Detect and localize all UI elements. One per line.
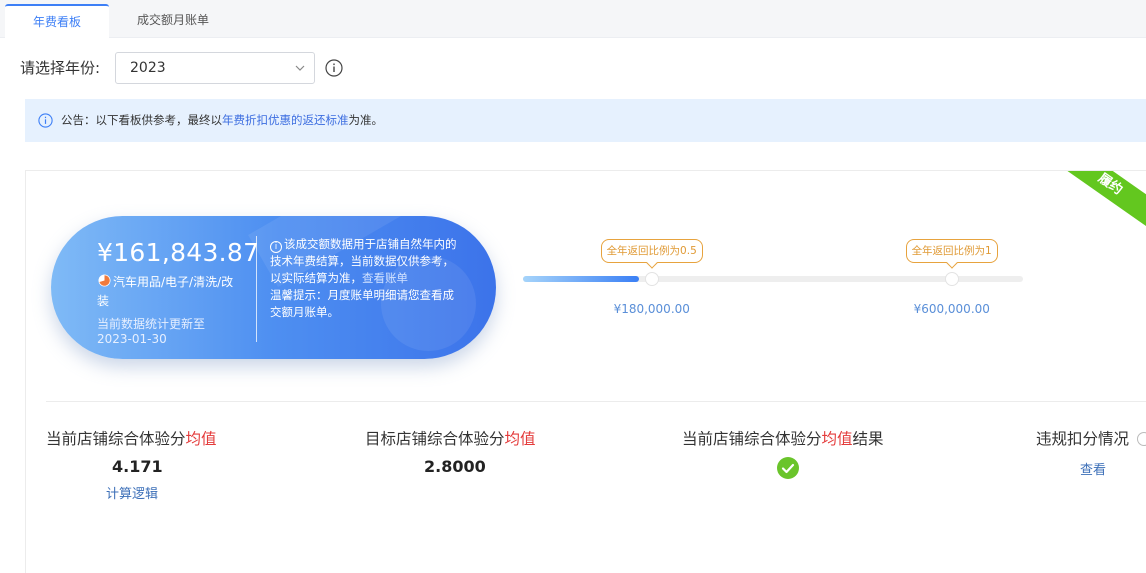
tab-bar: 年费看板 成交额月账单 bbox=[0, 0, 1146, 38]
milestone-marker bbox=[644, 272, 659, 286]
view-violation-link[interactable]: 查看 bbox=[1080, 459, 1106, 478]
stat-title-highlight: 均值 bbox=[185, 430, 217, 448]
stat-target-score-title: 目标店铺综合体验分均值 bbox=[365, 427, 536, 449]
turnover-amount: ¥161,843.87 bbox=[97, 238, 260, 267]
stat-current-score-title: 当前店铺综合体验分均值 bbox=[46, 427, 217, 449]
notice-link[interactable]: 年费折扣优惠的返还标准 bbox=[222, 113, 349, 127]
year-label: 请选择年份: bbox=[20, 59, 101, 77]
progress-fill bbox=[523, 276, 639, 282]
stat-current-score-value: 4.171 bbox=[112, 457, 163, 476]
stat-score-result-title: 当前店铺综合体验分均值结果 bbox=[682, 427, 884, 449]
stat-title-text: 目标店铺综合体验分 bbox=[365, 430, 505, 448]
notice-suffix: 为准。 bbox=[348, 113, 384, 127]
section-divider bbox=[46, 401, 1146, 402]
view-bill-link[interactable]: 查看账单 bbox=[362, 271, 408, 285]
tab-annual-fee-board[interactable]: 年费看板 bbox=[5, 4, 109, 38]
year-select-value: 2023 bbox=[130, 60, 166, 76]
info-icon: i bbox=[270, 241, 282, 253]
milestone-amount: ¥180,000.00 bbox=[613, 302, 690, 316]
calculation-logic-link[interactable]: 计算逻辑 bbox=[106, 483, 158, 502]
help-icon[interactable] bbox=[1137, 432, 1146, 446]
notice-prefix: 公告：以下看板供参考，最终以 bbox=[61, 113, 222, 127]
category-label: 汽车用品/电子/清洗/改装 bbox=[97, 275, 234, 308]
stat-title-suffix: 结果 bbox=[852, 430, 884, 448]
annual-fee-card: 履约 ¥161,843.87 汽车用品/电子/清洗/改装 当前数据统计更新至 20… bbox=[25, 170, 1146, 573]
milestone-marker bbox=[944, 272, 959, 286]
fulfillment-ribbon: 履约 bbox=[1045, 171, 1146, 254]
chevron-down-icon bbox=[295, 65, 305, 71]
turnover-description: i 该成交额数据用于店铺自然年内的技术年费结算，当前数据仅供参考，以实际结算为准，… bbox=[270, 236, 460, 321]
info-icon[interactable] bbox=[325, 59, 343, 77]
notice-text: 公告：以下看板供参考，最终以年费折扣优惠的返还标准为准。 bbox=[61, 112, 383, 128]
stat-title-highlight: 均值 bbox=[821, 430, 853, 448]
milestone-tooltip: 全年返回比例为0.5 bbox=[600, 239, 703, 263]
tab-monthly-bill[interactable]: 成交额月账单 bbox=[110, 4, 236, 38]
check-circle-icon bbox=[777, 457, 799, 479]
notice-bar: 公告：以下看板供参考，最终以年费折扣优惠的返还标准为准。 bbox=[25, 99, 1146, 142]
stat-title-text: 当前店铺综合体验分 bbox=[46, 430, 186, 448]
stat-violation-title: 违规扣分情况 bbox=[1036, 430, 1130, 448]
milestone-amount: ¥600,000.00 bbox=[913, 302, 990, 316]
turnover-summary: ¥161,843.87 汽车用品/电子/清洗/改装 当前数据统计更新至 2023-… bbox=[51, 216, 496, 359]
stat-target-score-value: 2.8000 bbox=[424, 457, 486, 476]
update-date: 2023-01-30 bbox=[97, 332, 167, 346]
stat-title-highlight: 均值 bbox=[504, 430, 536, 448]
update-info: 当前数据统计更新至 2023-01-30 bbox=[97, 317, 227, 347]
stat-title-text: 当前店铺综合体验分 bbox=[682, 430, 822, 448]
tip-text: 温馨提示：月度账单明细请您查看成交额月账单。 bbox=[270, 288, 454, 319]
milestone-tooltip: 全年返回比例为1 bbox=[905, 239, 998, 263]
year-select[interactable]: 2023 bbox=[115, 52, 315, 84]
info-icon bbox=[38, 113, 53, 128]
update-label: 当前数据统计更新至 bbox=[97, 317, 206, 331]
pill-divider bbox=[256, 236, 257, 342]
